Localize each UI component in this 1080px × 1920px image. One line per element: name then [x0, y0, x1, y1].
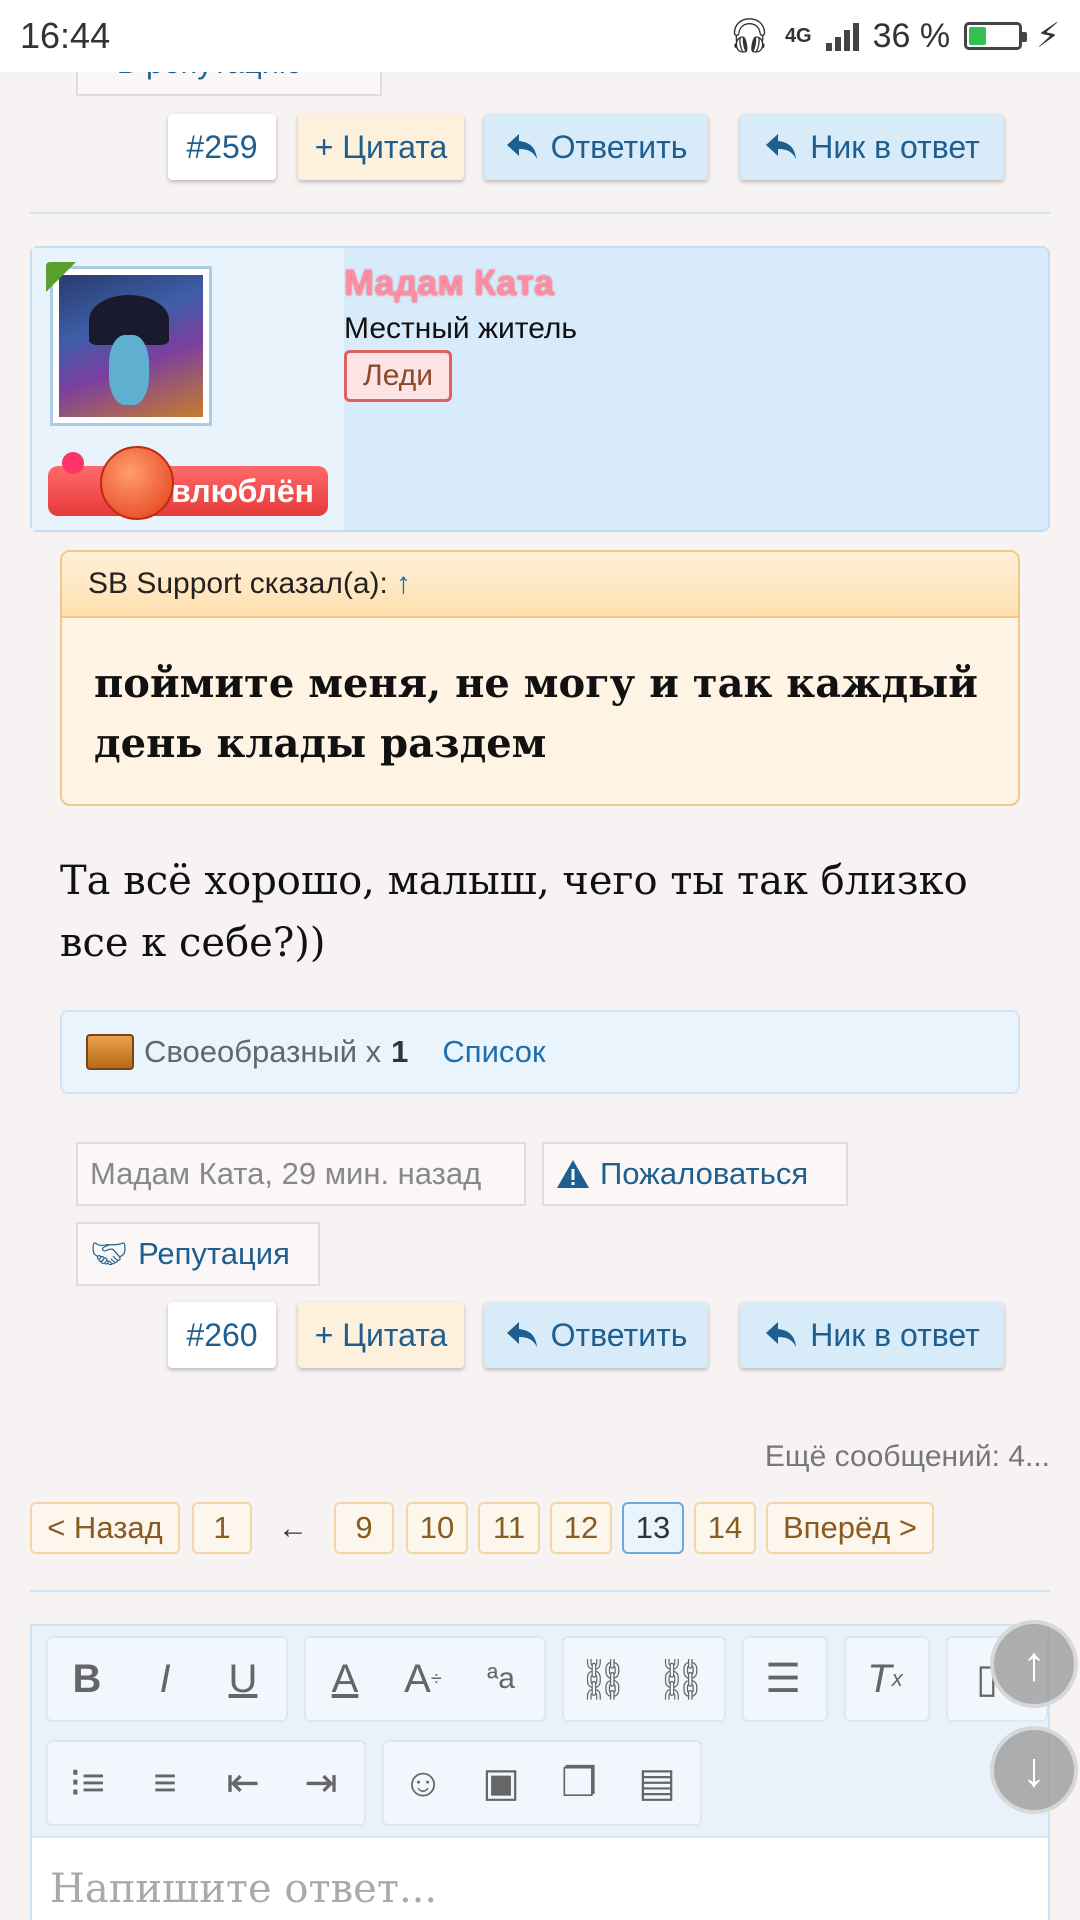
battery-icon [964, 22, 1028, 50]
pager-next[interactable]: Вперёд > [766, 1502, 934, 1554]
reactions-list-link[interactable]: Список [442, 1034, 545, 1070]
pager-page[interactable]: 14 [694, 1502, 756, 1554]
nick-reply-button-259[interactable]: Ник в ответ [740, 114, 1004, 180]
quote-button-259[interactable]: + Цитата [298, 114, 464, 180]
signal-icon [825, 21, 859, 51]
more-messages: Ещё сообщений: 4... [764, 1440, 1050, 1473]
flower-icon [62, 452, 84, 474]
report-button[interactable]: Пожаловаться [542, 1142, 848, 1206]
divider [30, 1590, 1050, 1592]
underline-icon[interactable]: U [204, 1636, 282, 1722]
handshake-icon: 🤝︎ [90, 1237, 129, 1271]
font-size-icon[interactable]: A ÷ [384, 1636, 462, 1722]
reputation-button[interactable]: 🤝︎ Репутация [76, 1222, 320, 1286]
pager-page[interactable]: 11 [478, 1502, 540, 1554]
reply-icon [766, 134, 797, 159]
reply-button-260[interactable]: Ответить [484, 1302, 708, 1368]
link-icon[interactable]: ⛓︎ [564, 1636, 642, 1722]
bold-icon[interactable]: B [48, 1636, 126, 1722]
pager-gap: ← [278, 1512, 308, 1545]
reply-input[interactable]: Напишите ответ... [32, 1836, 1048, 1920]
online-indicator [46, 262, 76, 292]
author-name[interactable]: Мадам Ката [344, 262, 554, 304]
avatar-image [59, 275, 203, 417]
quote-block: SB Support сказал(а): ↑ поймите меня, не… [60, 550, 1020, 806]
reply-icon [506, 1322, 537, 1347]
reply-icon [766, 1322, 797, 1347]
author-title: Местный житель [344, 312, 578, 345]
scroll-up-button[interactable]: ↑ [990, 1620, 1078, 1708]
pager-prev[interactable]: < Назад [30, 1502, 180, 1554]
emoji-icon[interactable]: ☺ [384, 1740, 462, 1826]
pager-page[interactable]: 10 [406, 1502, 468, 1554]
letter-case-icon[interactable]: ªa [462, 1636, 540, 1722]
reaction-count: 1 [391, 1034, 409, 1069]
nick-reply-button-260[interactable]: Ник в ответ [740, 1302, 1004, 1368]
avatar-panel: влюблён [32, 248, 344, 530]
author-time: Мадам Ката, 29 мин. назад [76, 1142, 526, 1206]
reply-button-259[interactable]: Ответить [484, 114, 708, 180]
post-header: влюблён Мадам Ката Местный житель Леди [30, 246, 1050, 532]
quote-header: SB Support сказал(а): ↑ [62, 552, 1018, 618]
reaction-label: Своеобразный x [144, 1034, 382, 1069]
pager-page[interactable]: 12 [550, 1502, 612, 1554]
quote-button-260[interactable]: + Цитата [298, 1302, 464, 1368]
charging-icon: ⚡︎ [1036, 17, 1060, 55]
gallery-icon[interactable]: ❐ [540, 1740, 618, 1826]
mood-badge: влюблён [48, 446, 328, 520]
scroll-down-button[interactable]: ↓ [990, 1726, 1078, 1814]
warning-icon [557, 1160, 589, 1188]
unlink-icon[interactable]: ⛓︎ [642, 1636, 720, 1722]
quote-text: поймите меня, не могу и так каждый день … [94, 660, 978, 767]
font-color-icon[interactable]: A [306, 1636, 384, 1722]
author-badge: Леди [344, 350, 452, 402]
post-number-259[interactable]: #259 [168, 114, 276, 180]
post-number-260[interactable]: #260 [168, 1302, 276, 1368]
bullet-list-icon[interactable]: ⁝≡ [48, 1740, 126, 1826]
numbered-list-icon[interactable]: ≡ [126, 1740, 204, 1826]
pager-page[interactable]: 9 [334, 1502, 394, 1554]
pager-page-current[interactable]: 13 [622, 1502, 684, 1554]
divider [30, 212, 1050, 214]
align-left-icon[interactable]: ☰ [744, 1636, 822, 1722]
reply-editor: B I U A A ÷ ªa ⛓︎ ⛓︎ ☰ Tx ▯ ⁝≡ ≡ ⇤ ⇥ ☺ ▣ … [30, 1624, 1050, 1920]
image-icon[interactable]: ▣ [462, 1740, 540, 1826]
pager-first[interactable]: 1 [192, 1502, 252, 1554]
post-text: Та всё хорошо, малыш, чего ты так близко… [60, 858, 968, 966]
indent-icon[interactable]: ⇥ [282, 1740, 360, 1826]
status-bar-overlay: 16:44 🎧︎ 4G 36 % ⚡︎ [0, 0, 1080, 72]
chest-icon [86, 1034, 134, 1070]
headset-icon: 🎧︎ [727, 17, 771, 55]
outdent-icon[interactable]: ⇤ [204, 1740, 282, 1826]
reactions-bar: Своеобразный x 1 Список [60, 1010, 1020, 1094]
text-block-icon[interactable]: ▤ [618, 1740, 696, 1826]
reply-icon [506, 134, 537, 159]
clear-format-icon[interactable]: Tx [846, 1636, 924, 1722]
smiley-icon [100, 446, 174, 520]
quote-jump-link[interactable]: ↑ [396, 567, 411, 601]
italic-icon[interactable]: I [126, 1636, 204, 1722]
quote-author: SB Support сказал(а): [88, 567, 388, 600]
